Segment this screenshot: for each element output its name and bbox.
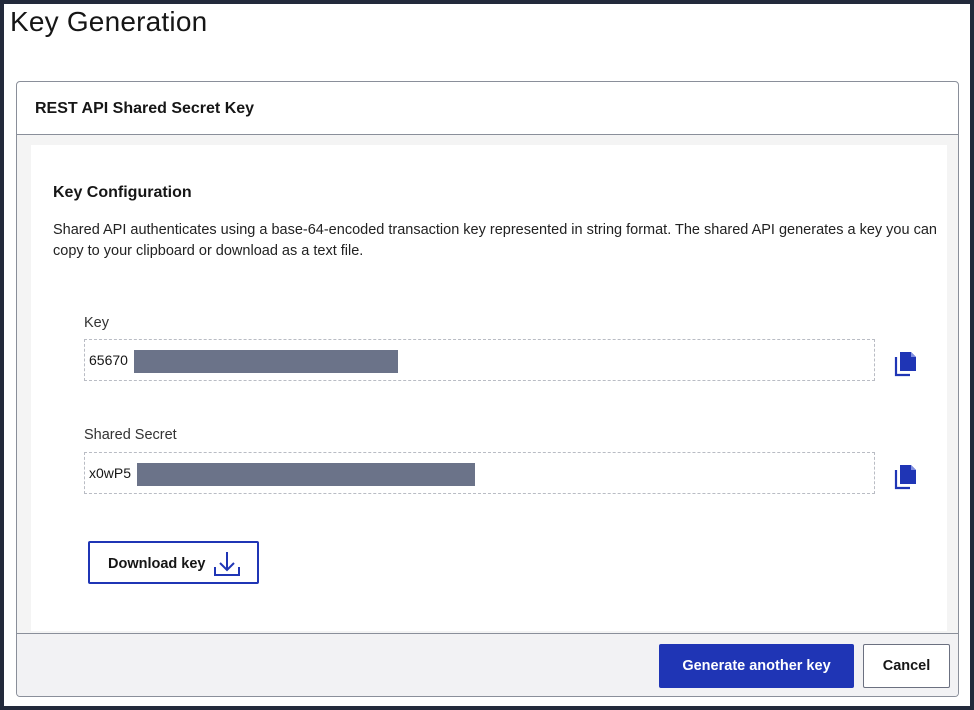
download-key-button[interactable]: Download key [88, 541, 259, 584]
page-title: Key Generation [10, 6, 208, 37]
panel-header-title: REST API Shared Secret Key [35, 100, 255, 117]
copy-shared-secret-button[interactable] [891, 461, 921, 491]
generate-another-key-button[interactable]: Generate another key [659, 644, 854, 688]
generate-another-key-label: Generate another key [682, 658, 831, 674]
shared-secret-field[interactable]: x0wP5 [84, 452, 875, 494]
key-field[interactable]: 65670 [84, 339, 875, 381]
panel-footer: Generate another key Cancel [17, 633, 958, 696]
app-window: Key Generation REST API Shared Secret Ke… [0, 0, 974, 710]
copy-key-button[interactable] [891, 348, 921, 378]
copy-icon [894, 465, 916, 490]
key-label: Key [84, 315, 109, 331]
shared-secret-value: x0wP5 [89, 465, 132, 481]
key-generation-panel: REST API Shared Secret Key Key Configura… [16, 81, 959, 697]
download-icon [214, 552, 240, 576]
key-redaction [134, 350, 398, 373]
shared-secret-label: Shared Secret [84, 427, 177, 443]
key-configuration-card: Key Configuration Shared API authenticat… [31, 145, 947, 631]
download-key-label: Download key [108, 556, 206, 572]
key-value: 65670 [89, 352, 128, 368]
cancel-label: Cancel [882, 658, 931, 674]
cancel-button[interactable]: Cancel [863, 644, 950, 688]
panel-body: Key Configuration Shared API authenticat… [17, 135, 958, 633]
copy-icon [894, 352, 916, 377]
shared-secret-redaction [137, 463, 475, 486]
panel-header: REST API Shared Secret Key [17, 82, 958, 135]
section-title: Key Configuration [53, 184, 192, 201]
section-description: Shared API authenticates using a base-64… [53, 222, 937, 259]
